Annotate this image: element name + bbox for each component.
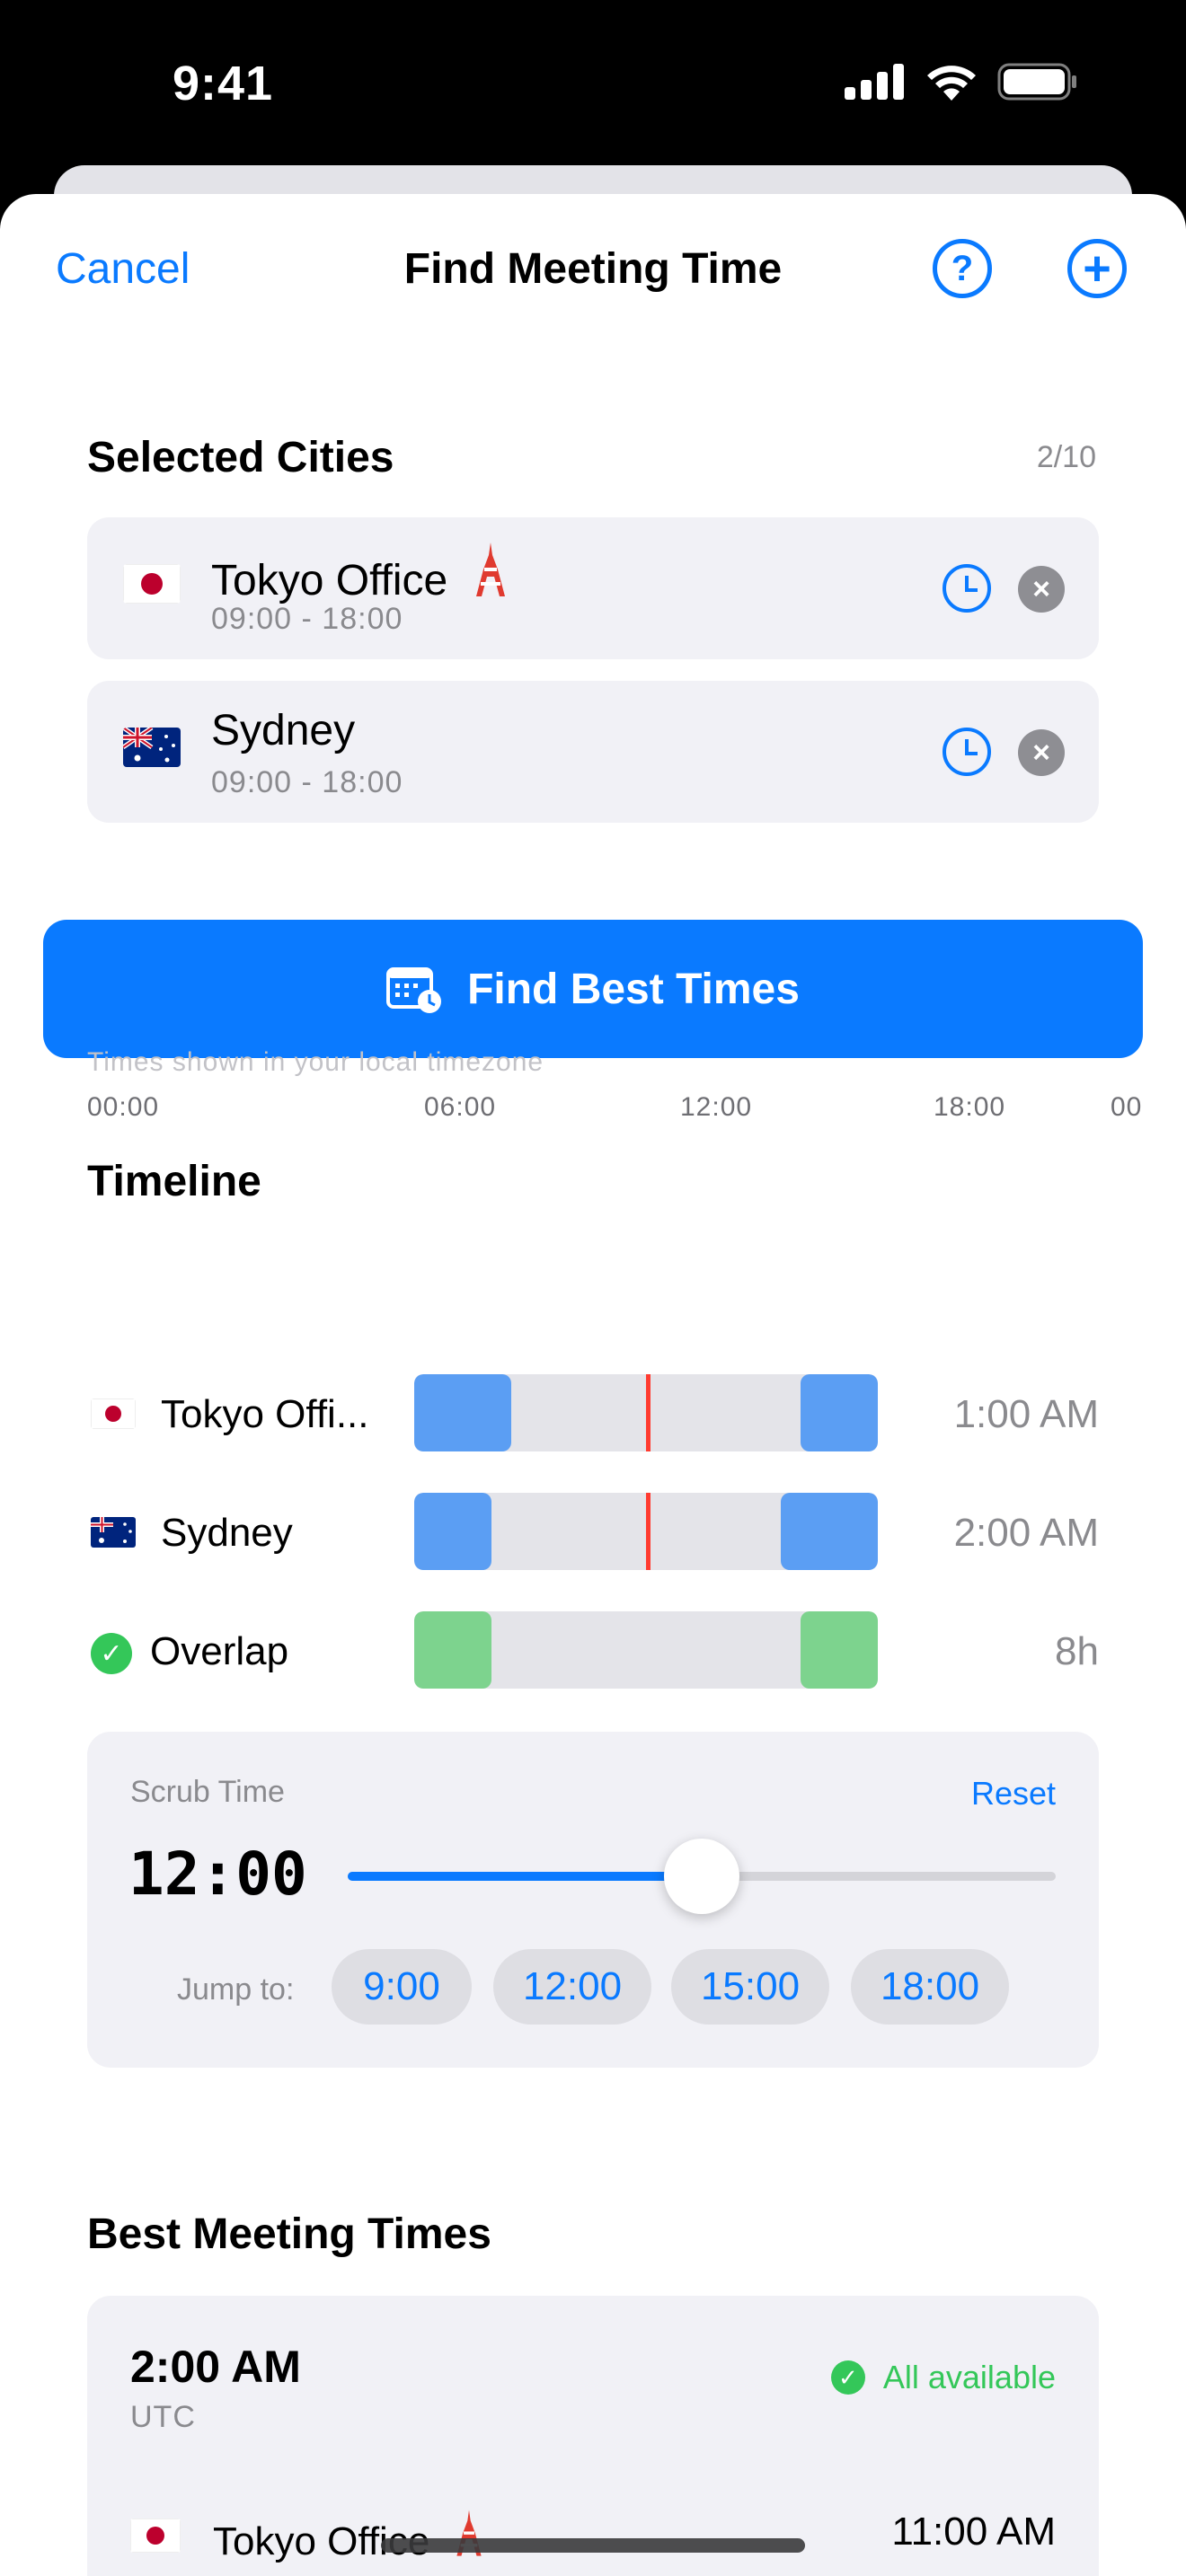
overlap-duration: 8h: [1055, 1629, 1099, 1673]
timeline-row-tokyo: Tokyo Offi... 1:00 AM: [87, 1374, 1099, 1451]
find-best-times-label: Find Best Times: [467, 965, 800, 1013]
tick-label: 12:00: [680, 1092, 753, 1122]
slider-fill: [348, 1872, 702, 1881]
scrub-time-card: Scrub Time Reset 12:00 Jump to: 9:00 12:…: [87, 1732, 1099, 2068]
plus-icon: +: [1083, 242, 1111, 296]
page-title: Find Meeting Time: [403, 245, 783, 293]
timeline-value: 2:00 AM: [953, 1511, 1099, 1555]
city-card-sydney[interactable]: Sydney 09:00 - 18:00 ×: [87, 681, 1099, 823]
clock-icon[interactable]: [943, 564, 991, 613]
overlap-bar[interactable]: [414, 1611, 878, 1689]
city-card-tokyo[interactable]: Tokyo Office 09:00 - 18:00 ×: [87, 517, 1099, 659]
remove-city-button[interactable]: ×: [1018, 729, 1065, 776]
timeline-bar[interactable]: [414, 1493, 878, 1570]
remove-city-button[interactable]: ×: [1018, 566, 1065, 613]
best-time-card[interactable]: 2:00 AM UTC ✓ All available Tokyo Office…: [87, 2296, 1099, 2576]
help-icon: ?: [951, 248, 974, 288]
jump-chip-15[interactable]: 15:00: [671, 1949, 829, 2025]
tick-label: 00: [1111, 1092, 1143, 1122]
city-name: Sydney: [211, 707, 356, 754]
nav-bar: Cancel Find Meeting Time ? +: [0, 194, 1186, 347]
jump-chip-12[interactable]: 12:00: [493, 1949, 651, 2025]
timeline-label: Tokyo Offi...: [161, 1392, 369, 1436]
tick-label: 18:00: [934, 1092, 1006, 1122]
availability-status: ✓ All available: [830, 2359, 1056, 2396]
timeline-bar[interactable]: [414, 1374, 878, 1451]
current-time-marker: [646, 1493, 651, 1570]
scrub-time-label: Scrub Time: [130, 1775, 285, 1809]
time-slider[interactable]: [348, 1839, 1056, 1914]
find-meeting-sheet: Cancel Find Meeting Time ? + Selected Ci…: [0, 194, 1186, 2576]
current-time-marker: [646, 1374, 651, 1451]
jump-chip-18[interactable]: 18:00: [851, 1949, 1009, 2025]
best-time-timezone: UTC: [130, 2400, 196, 2434]
timeline-label: Sydney: [161, 1511, 293, 1555]
work-hours-block: [414, 1493, 491, 1570]
tick-label: 06:00: [424, 1092, 497, 1122]
reset-button[interactable]: Reset: [971, 1775, 1056, 1813]
scrub-time-value: 12:00: [128, 1839, 307, 1909]
status-time: 9:41: [173, 57, 274, 110]
wifi-icon: [927, 66, 976, 101]
tick-label: 00:00: [87, 1092, 160, 1122]
help-button[interactable]: ?: [933, 239, 992, 298]
city-hours: 09:00 - 18:00: [211, 602, 403, 636]
work-hours-block: [781, 1493, 878, 1570]
jump-chip-9[interactable]: 9:00: [332, 1949, 472, 2025]
selected-cities-title: Selected Cities: [87, 434, 394, 481]
checkmark-icon: ✓: [830, 2360, 865, 2395]
timeline-note: Times shown in your local timezone: [87, 1047, 544, 1077]
clock-icon[interactable]: [943, 728, 991, 776]
cellular-signal-icon: [845, 64, 904, 100]
add-city-button[interactable]: +: [1067, 239, 1127, 298]
city-count: 2/10: [1036, 440, 1096, 474]
timeline-label: Overlap: [150, 1629, 289, 1673]
overlap-block: [801, 1611, 878, 1689]
home-indicator: [381, 2538, 805, 2553]
japan-flag-icon: [130, 2519, 181, 2553]
find-best-times-button[interactable]: Find Best Times: [43, 920, 1143, 1058]
japan-flag-icon: [91, 1398, 136, 1429]
city-name: Tokyo Office: [211, 543, 509, 605]
timeline-value: 1:00 AM: [953, 1392, 1099, 1436]
timeline-title: Timeline: [87, 1158, 261, 1205]
timeline-row-sydney: Sydney 2:00 AM: [87, 1493, 1099, 1570]
checkmark-icon: ✓: [91, 1633, 132, 1674]
best-time-city-name: Tokyo Office: [213, 2510, 484, 2564]
timeline-row-overlap: ✓ Overlap 8h: [87, 1611, 1099, 1689]
work-hours-block: [414, 1374, 511, 1451]
japan-flag-icon: [123, 564, 181, 604]
city-hours: 09:00 - 18:00: [211, 765, 403, 799]
close-icon: ×: [1032, 571, 1050, 606]
calendar-clock-icon: [386, 967, 442, 1013]
jump-to-label: Jump to:: [177, 1972, 295, 2007]
overlap-block: [414, 1611, 491, 1689]
australia-flag-icon: [123, 728, 181, 767]
close-icon: ×: [1032, 735, 1050, 770]
best-time-value: 2:00 AM: [130, 2342, 301, 2392]
slider-thumb[interactable]: [664, 1839, 739, 1914]
work-hours-block: [801, 1374, 878, 1451]
best-meeting-times-title: Best Meeting Times: [87, 2210, 491, 2258]
battery-icon: [997, 63, 1076, 101]
australia-flag-icon: [91, 1517, 136, 1548]
status-bar: 9:41: [0, 0, 1186, 171]
status-icons: [845, 63, 1078, 101]
tokyo-tower-icon: [475, 543, 505, 596]
best-time-city-time: 11:00 AM: [891, 2510, 1056, 2554]
availability-label: All available: [882, 2359, 1056, 2395]
